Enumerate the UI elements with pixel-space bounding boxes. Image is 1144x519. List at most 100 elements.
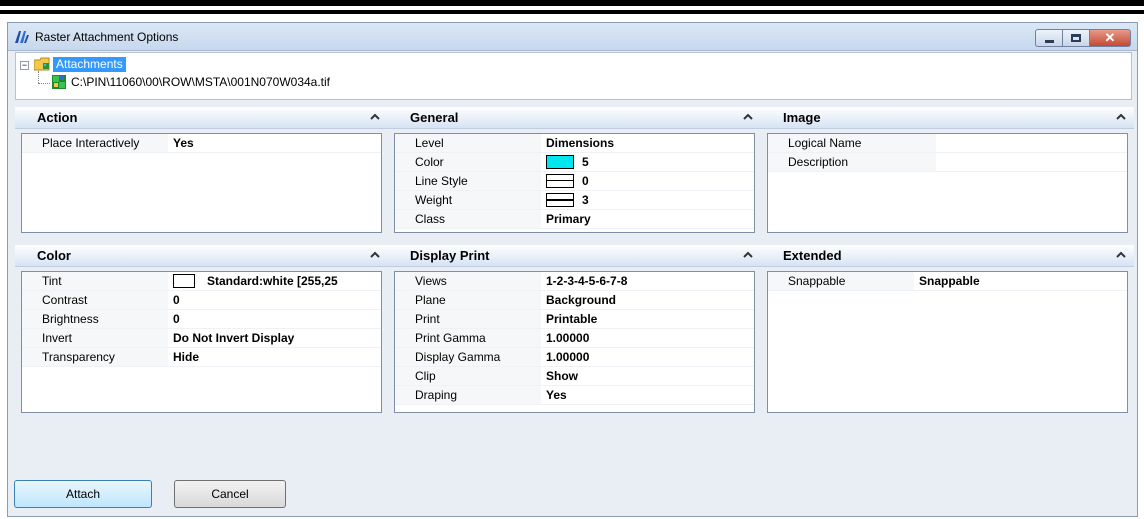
prop-value[interactable] — [936, 153, 941, 171]
prop-row-snappable[interactable]: Snappable Snappable — [768, 272, 1127, 291]
minimize-button[interactable] — [1035, 29, 1062, 47]
prop-value[interactable] — [936, 134, 941, 152]
prop-value[interactable]: Snappable — [914, 272, 980, 290]
general-panel-title: General — [410, 110, 459, 125]
tree-node-attachments[interactable]: − — [20, 57, 29, 73]
prop-row-color[interactable]: Color 5 — [395, 153, 754, 172]
prop-value: 0 — [582, 174, 589, 188]
raster-attachment-options-dialog: Raster Attachment Options ✕ − Attachment… — [7, 22, 1138, 517]
image-panel-header[interactable]: Image — [761, 107, 1134, 129]
prop-row-transparency[interactable]: Transparency Hide — [22, 348, 381, 367]
chevron-up-icon[interactable] — [743, 112, 753, 122]
prop-name: Snappable — [768, 272, 914, 290]
chevron-up-icon[interactable] — [1116, 250, 1126, 260]
window-controls: ✕ — [1035, 29, 1131, 47]
attach-button[interactable]: Attach — [14, 480, 152, 508]
window-title: Raster Attachment Options — [35, 30, 179, 44]
chevron-up-icon[interactable] — [370, 112, 380, 122]
chevron-up-icon[interactable] — [370, 250, 380, 260]
close-button[interactable]: ✕ — [1089, 29, 1131, 47]
tree-connector-vertical — [38, 71, 39, 83]
line-style-icon — [546, 174, 574, 188]
extended-panel-header[interactable]: Extended — [761, 245, 1134, 267]
extended-panel: Extended Snappable Snappable — [761, 245, 1134, 413]
cancel-button[interactable]: Cancel — [174, 480, 286, 508]
tint-swatch — [173, 274, 195, 288]
prop-value[interactable]: 1.00000 — [541, 329, 589, 347]
prop-row-contrast[interactable]: Contrast 0 — [22, 291, 381, 310]
prop-row-invert[interactable]: Invert Do Not Invert Display — [22, 329, 381, 348]
desktop-top-strip — [0, 0, 1144, 22]
prop-value[interactable]: Yes — [168, 134, 194, 152]
prop-value[interactable]: Hide — [168, 348, 199, 366]
prop-name: Tint — [22, 272, 168, 290]
raster-file-icon — [52, 75, 66, 89]
image-panel-body: Logical Name Description — [767, 133, 1128, 233]
prop-row-class[interactable]: Class Primary — [395, 210, 754, 229]
prop-name: Invert — [22, 329, 168, 347]
general-panel-body: Level Dimensions Color 5 Line Style 0 We… — [394, 133, 755, 233]
title-bar[interactable]: Raster Attachment Options ✕ — [8, 23, 1137, 51]
prop-row-plane[interactable]: Plane Background — [395, 291, 754, 310]
prop-row-display-gamma[interactable]: Display Gamma 1.00000 — [395, 348, 754, 367]
color-panel-header[interactable]: Color — [15, 245, 388, 267]
line-weight-icon — [546, 193, 574, 207]
prop-name: Draping — [395, 386, 541, 404]
prop-row-level[interactable]: Level Dimensions — [395, 134, 754, 153]
prop-name: Line Style — [395, 172, 541, 190]
prop-value[interactable]: Primary — [541, 210, 591, 228]
prop-row-draping[interactable]: Draping Yes — [395, 386, 754, 405]
prop-value[interactable]: 1.00000 — [541, 348, 589, 366]
prop-row-print[interactable]: Print Printable — [395, 310, 754, 329]
prop-value[interactable]: 1-2-3-4-5-6-7-8 — [541, 272, 627, 290]
prop-row-line-style[interactable]: Line Style 0 — [395, 172, 754, 191]
prop-value[interactable]: Do Not Invert Display — [168, 329, 294, 347]
prop-value[interactable]: Printable — [541, 310, 597, 328]
chevron-up-icon[interactable] — [1116, 112, 1126, 122]
prop-value-color[interactable]: 5 — [541, 153, 589, 171]
prop-value-weight[interactable]: 3 — [541, 191, 589, 209]
prop-name: Print — [395, 310, 541, 328]
attachments-folder-icon — [34, 57, 50, 71]
maximize-icon — [1071, 34, 1081, 42]
prop-name: Weight — [395, 191, 541, 209]
prop-name: Description — [768, 153, 936, 171]
action-panel-header[interactable]: Action — [15, 107, 388, 129]
prop-value[interactable]: Dimensions — [541, 134, 614, 152]
prop-row-weight[interactable]: Weight 3 — [395, 191, 754, 210]
color-panel-body: Tint Standard:white [255,25 Contrast 0 B… — [21, 271, 382, 413]
attachments-tree[interactable]: − Attachments C:\PIN\11060\00\ROW\MSTA\0… — [15, 52, 1132, 100]
prop-row-clip[interactable]: Clip Show — [395, 367, 754, 386]
prop-value[interactable]: 0 — [168, 291, 180, 309]
prop-row-tint[interactable]: Tint Standard:white [255,25 — [22, 272, 381, 291]
prop-row-description[interactable]: Description — [768, 153, 1127, 172]
prop-row-place-interactively[interactable]: Place Interactively Yes — [22, 134, 381, 153]
prop-value[interactable]: Background — [541, 291, 616, 309]
image-panel: Image Logical Name Description — [761, 107, 1134, 233]
prop-row-brightness[interactable]: Brightness 0 — [22, 310, 381, 329]
close-icon: ✕ — [1104, 30, 1116, 45]
chevron-up-icon[interactable] — [743, 250, 753, 260]
prop-value-tint[interactable]: Standard:white [255,25 — [168, 272, 338, 290]
action-panel-body: Place Interactively Yes — [21, 133, 382, 233]
display-print-panel-header[interactable]: Display Print — [388, 245, 761, 267]
action-panel-title: Action — [37, 110, 78, 125]
prop-value[interactable]: 0 — [168, 310, 180, 328]
prop-name: Plane — [395, 291, 541, 309]
collapse-tree-icon[interactable]: − — [20, 60, 29, 70]
prop-row-logical-name[interactable]: Logical Name — [768, 134, 1127, 153]
general-panel-header[interactable]: General — [388, 107, 761, 129]
prop-name: Display Gamma — [395, 348, 541, 366]
prop-row-views[interactable]: Views 1-2-3-4-5-6-7-8 — [395, 272, 754, 291]
prop-row-print-gamma[interactable]: Print Gamma 1.00000 — [395, 329, 754, 348]
prop-value[interactable]: Show — [541, 367, 578, 385]
prop-value[interactable]: Yes — [541, 386, 567, 404]
prop-name: Clip — [395, 367, 541, 385]
display-print-panel-body: Views 1-2-3-4-5-6-7-8 Plane Background P… — [394, 271, 755, 413]
microstation-app-icon — [15, 31, 29, 43]
maximize-button[interactable] — [1062, 29, 1089, 47]
prop-value-line-style[interactable]: 0 — [541, 172, 589, 190]
tree-label-attachments[interactable]: Attachments — [53, 57, 126, 72]
tree-node-file-path[interactable]: C:\PIN\11060\00\ROW\MSTA\001N070W034a.ti… — [71, 75, 330, 89]
prop-name: Print Gamma — [395, 329, 541, 347]
